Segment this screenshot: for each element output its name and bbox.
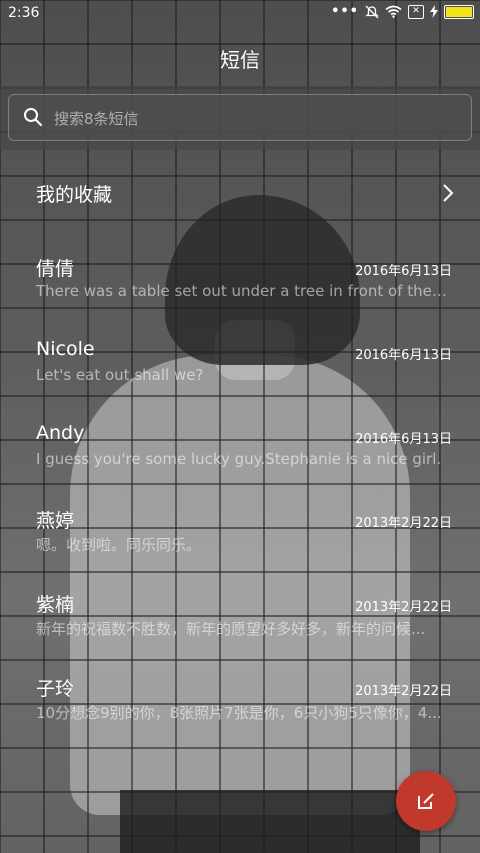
contact-name: Andy bbox=[36, 422, 85, 444]
message-preview: Let's eat out,shall we? bbox=[36, 366, 204, 384]
status-time: 2:36 bbox=[8, 5, 40, 21]
message-item[interactable]: Nicole 2016年6月13日 Let's eat out,shall we… bbox=[0, 332, 480, 416]
compose-icon bbox=[418, 793, 434, 809]
contact-name: 倩倩 bbox=[36, 258, 75, 280]
compose-button[interactable] bbox=[396, 771, 456, 831]
mute-icon bbox=[365, 5, 379, 18]
status-icons: ••• ✕ bbox=[331, 4, 474, 19]
message-date: 2013年2月22日 bbox=[355, 516, 452, 531]
message-preview: I guess you're some lucky guy.Stephanie … bbox=[36, 450, 442, 468]
message-item[interactable]: 紫楠 2013年2月22日 新年的祝福数不胜数，新年的愿望好多好多，新年的问候.… bbox=[0, 584, 480, 668]
message-preview: 10分想念9别的你，8张照片7张是你，6只小狗5只像你，4... bbox=[36, 704, 442, 722]
battery-icon bbox=[444, 4, 474, 19]
contact-name: Nicole bbox=[36, 338, 95, 360]
message-item[interactable]: 燕婷 2013年2月22日 嗯。收到啦。同乐同乐。 bbox=[0, 500, 480, 584]
message-item[interactable]: 倩倩 2016年6月13日 There was a table set out … bbox=[0, 248, 480, 332]
message-item[interactable]: 子玲 2013年2月22日 10分想念9别的你，8张照片7张是你，6只小狗5只像… bbox=[0, 668, 480, 752]
chevron-right-icon bbox=[443, 184, 454, 202]
message-item[interactable]: Andy 2016年6月13日 I guess you're some luck… bbox=[0, 416, 480, 500]
message-preview: 嗯。收到啦。同乐同乐。 bbox=[36, 536, 202, 554]
contact-name: 子玲 bbox=[36, 678, 75, 700]
message-date: 2013年2月22日 bbox=[355, 684, 452, 699]
charging-icon bbox=[430, 5, 438, 18]
more-dots-icon: ••• bbox=[331, 4, 359, 19]
message-preview: There was a table set out under a tree i… bbox=[36, 282, 450, 300]
message-date: 2013年2月22日 bbox=[355, 600, 452, 615]
message-date: 2016年6月13日 bbox=[355, 432, 452, 447]
message-preview: 新年的祝福数不胜数，新年的愿望好多好多，新年的问候... bbox=[36, 620, 426, 638]
status-bar: 2:36 ••• ✕ bbox=[0, 0, 480, 28]
wifi-icon bbox=[385, 5, 402, 18]
contact-name: 紫楠 bbox=[36, 594, 75, 616]
favorites-row[interactable]: 我的收藏 bbox=[0, 170, 480, 216]
no-sim-icon: ✕ bbox=[408, 4, 424, 19]
page-title: 短信 bbox=[220, 48, 260, 72]
contact-name: 燕婷 bbox=[36, 510, 75, 532]
message-date: 2016年6月13日 bbox=[355, 264, 452, 279]
favorites-label: 我的收藏 bbox=[36, 184, 113, 206]
message-date: 2016年6月13日 bbox=[355, 348, 452, 363]
search-placeholder: 搜索8条短信 bbox=[54, 110, 139, 128]
search-icon bbox=[24, 108, 43, 127]
search-input[interactable]: 搜索8条短信 bbox=[8, 94, 472, 141]
message-list: 倩倩 2016年6月13日 There was a table set out … bbox=[0, 248, 480, 752]
